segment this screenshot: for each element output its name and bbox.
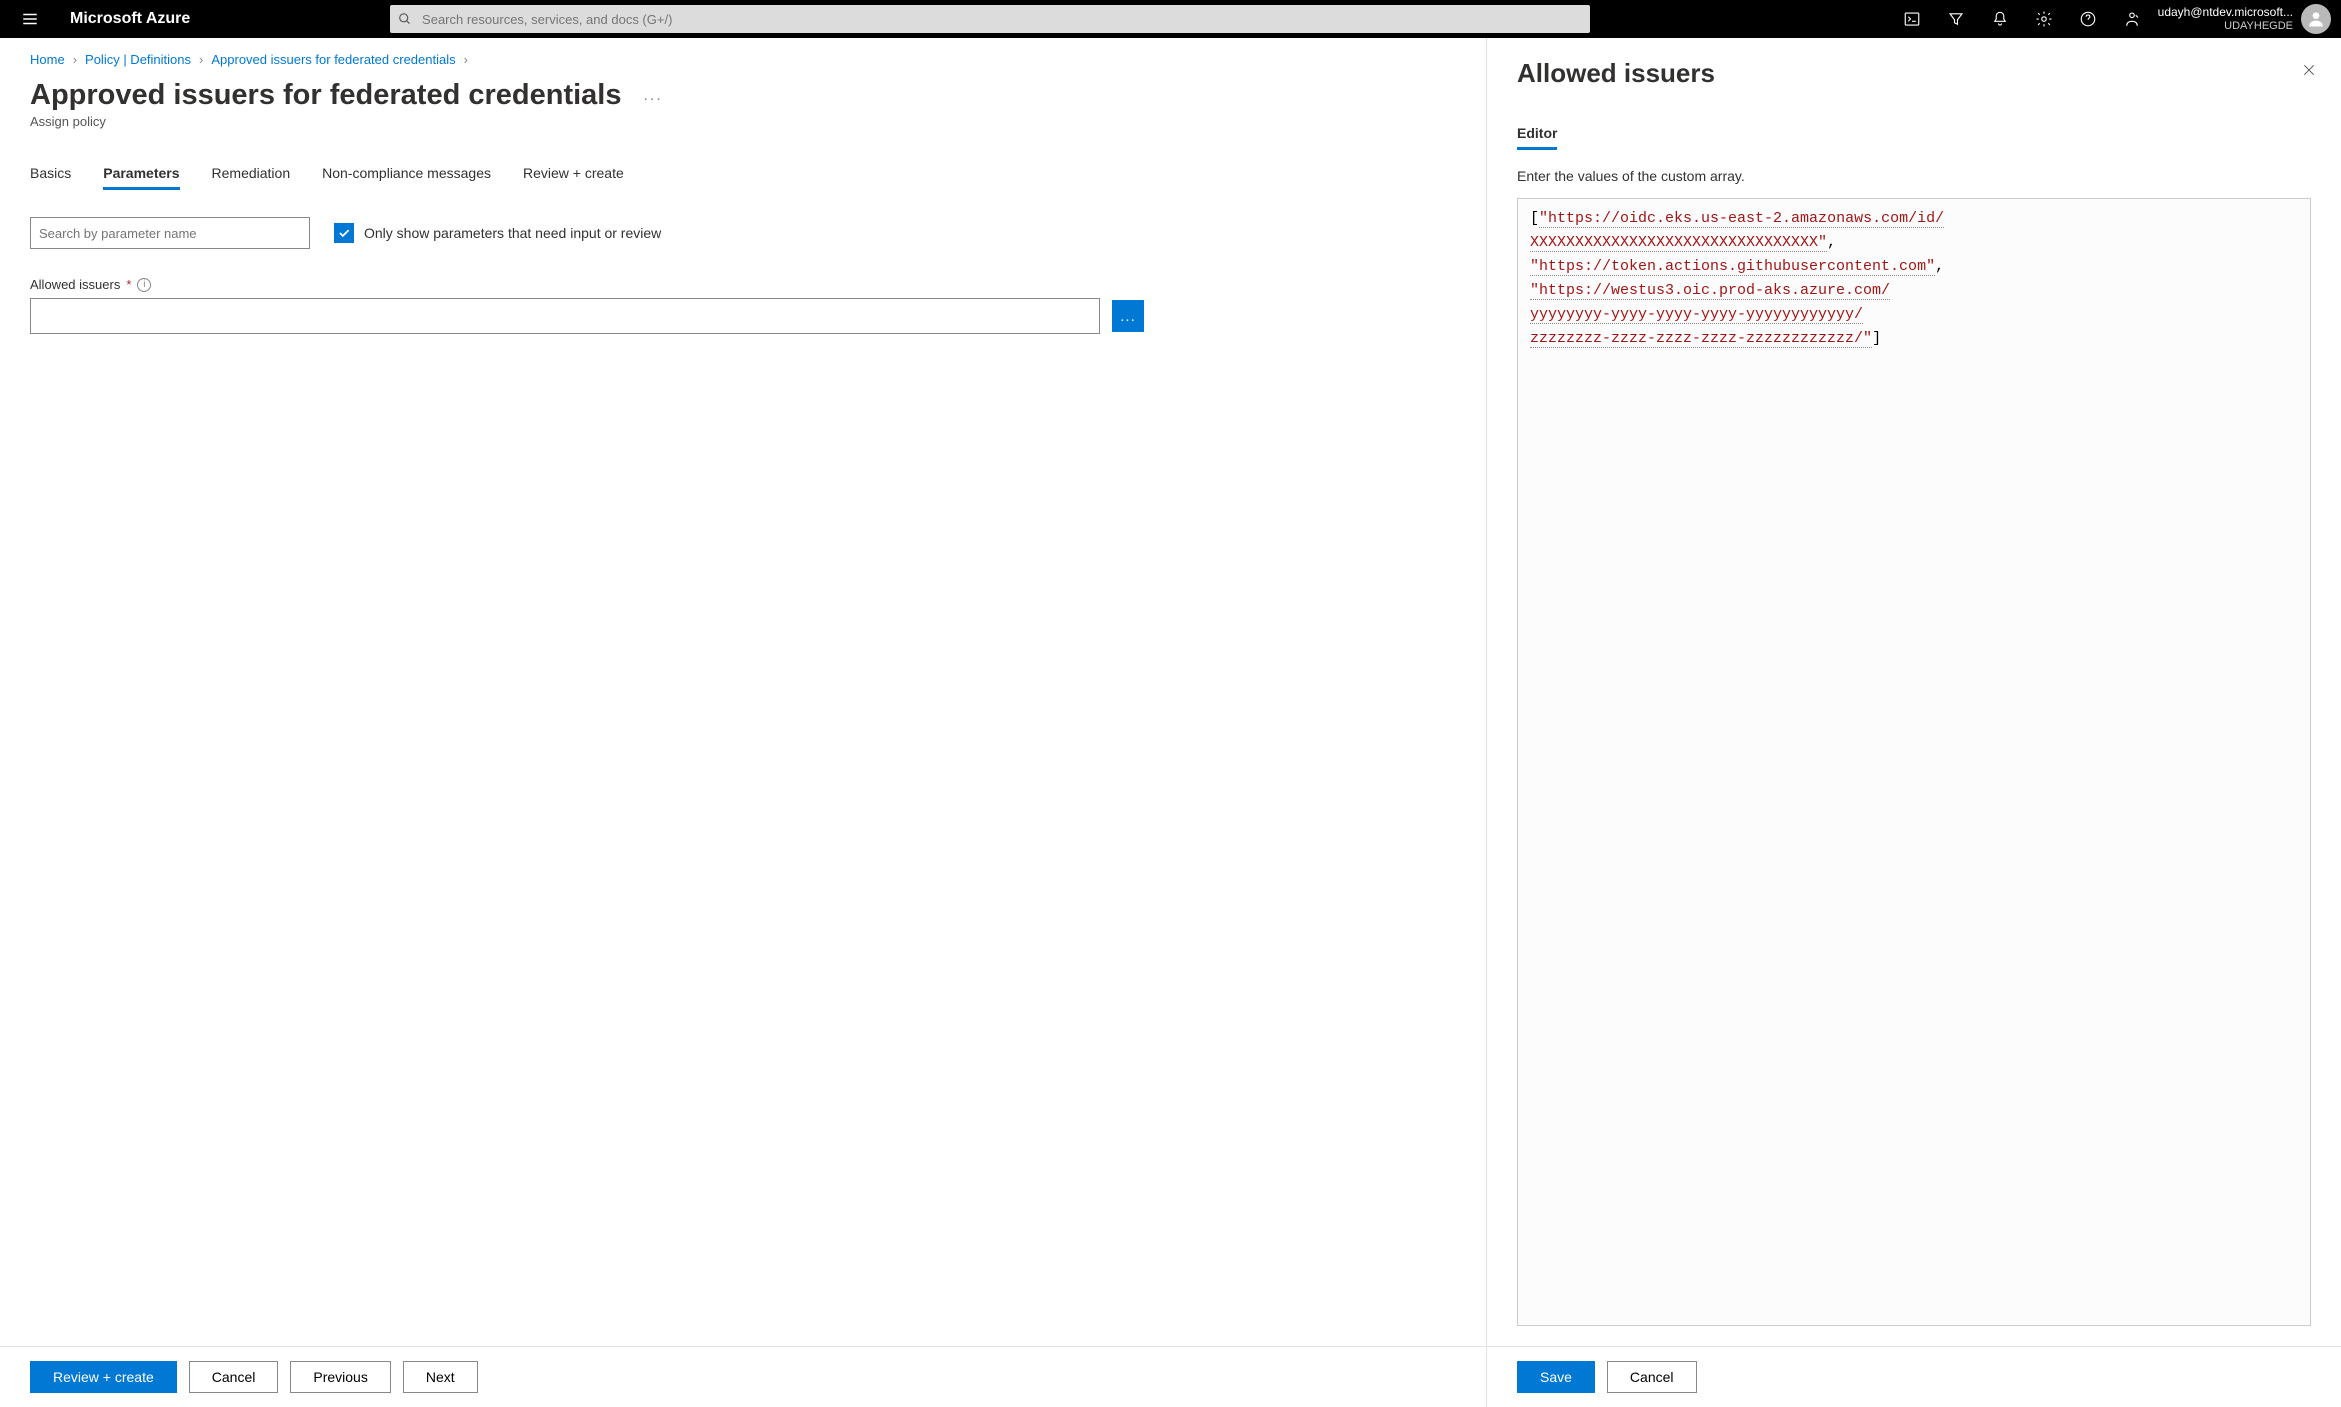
allowed-issuers-label: Allowed issuers xyxy=(30,277,120,292)
feedback-icon[interactable] xyxy=(2122,9,2142,29)
menu-toggle[interactable] xyxy=(10,0,50,38)
account-tenant: UDAYHEGDE xyxy=(2224,20,2293,32)
check-icon xyxy=(337,226,351,240)
breadcrumb-approved-issuers[interactable]: Approved issuers for federated credentia… xyxy=(211,52,455,67)
panel-footer: Save Cancel xyxy=(1487,1346,2341,1407)
settings-icon[interactable] xyxy=(2034,9,2054,29)
editor-string-1a: "https://oidc.eks.us-east-2.amazonaws.co… xyxy=(1539,210,1944,228)
panel-cancel-button[interactable]: Cancel xyxy=(1607,1361,1697,1393)
required-asterisk: * xyxy=(126,277,131,292)
save-button[interactable]: Save xyxy=(1517,1361,1595,1393)
filter-checkbox[interactable] xyxy=(334,223,354,243)
allowed-issuers-field-row: ... xyxy=(30,298,1456,334)
wizard-tabs: Basics Parameters Remediation Non-compli… xyxy=(30,159,1456,191)
info-icon[interactable]: i xyxy=(137,278,151,292)
brand-label: Microsoft Azure xyxy=(70,10,190,28)
editor-string-1b: XXXXXXXXXXXXXXXXXXXXXXXXXXXXXXXX" xyxy=(1530,234,1827,252)
filter-icon[interactable] xyxy=(1946,9,1966,29)
editor-open-bracket: [ xyxy=(1530,210,1539,227)
chevron-right-icon: › xyxy=(464,52,468,67)
avatar[interactable] xyxy=(2301,4,2331,34)
breadcrumb-home[interactable]: Home xyxy=(30,52,65,67)
parameter-search-input[interactable] xyxy=(30,217,310,249)
cancel-button[interactable]: Cancel xyxy=(189,1361,279,1393)
main-pane: Home › Policy | Definitions › Approved i… xyxy=(0,38,1486,1407)
account-block[interactable]: udayh@ntdev.microsoft... UDAYHEGDE xyxy=(2158,6,2293,31)
page-title: Approved issuers for federated credentia… xyxy=(30,79,621,112)
account-email: udayh@ntdev.microsoft... xyxy=(2158,6,2293,19)
next-button[interactable]: Next xyxy=(403,1361,478,1393)
previous-button[interactable]: Previous xyxy=(290,1361,390,1393)
page-title-row: Approved issuers for federated credentia… xyxy=(30,79,1456,112)
json-editor[interactable]: ["https://oidc.eks.us-east-2.amazonaws.c… xyxy=(1517,198,2311,1326)
topbar-utility-icons xyxy=(1902,9,2142,29)
review-create-button[interactable]: Review + create xyxy=(30,1361,177,1393)
editor-string-3b: yyyyyyyy-yyyy-yyyy-yyyy-yyyyyyyyyyyy/ xyxy=(1530,306,1863,324)
help-icon[interactable] xyxy=(2078,9,2098,29)
tab-basics[interactable]: Basics xyxy=(30,159,71,190)
chevron-right-icon: › xyxy=(199,52,203,67)
editor-sep-2: , xyxy=(1935,258,1944,275)
tab-remediation[interactable]: Remediation xyxy=(212,159,291,190)
breadcrumb-policy[interactable]: Policy | Definitions xyxy=(85,52,191,67)
panel-hint: Enter the values of the custom array. xyxy=(1517,168,2311,184)
editor-sep-1: , xyxy=(1827,234,1836,251)
editor-string-2: "https://token.actions.githubusercontent… xyxy=(1530,258,1935,276)
page-more-actions[interactable]: ... xyxy=(637,87,668,105)
close-icon xyxy=(2301,62,2317,78)
notifications-icon[interactable] xyxy=(1990,9,2010,29)
close-panel-button[interactable] xyxy=(2297,58,2321,82)
tab-parameters[interactable]: Parameters xyxy=(103,159,179,190)
open-editor-button[interactable]: ... xyxy=(1112,300,1144,332)
search-icon xyxy=(398,12,412,26)
global-search-input[interactable] xyxy=(420,11,1582,28)
page-subtitle: Assign policy xyxy=(30,114,1456,129)
cloud-shell-icon[interactable] xyxy=(1902,9,1922,29)
panel-tabs: Editor xyxy=(1517,119,2311,150)
top-nav-bar: Microsoft Azure udayh@ntdev.microsoft...… xyxy=(0,0,2341,38)
chevron-right-icon: › xyxy=(73,52,77,67)
tab-noncompliance[interactable]: Non-compliance messages xyxy=(322,159,491,190)
allowed-issuers-panel: Allowed issuers Editor Enter the values … xyxy=(1486,38,2341,1407)
editor-string-3c: zzzzzzzz-zzzz-zzzz-zzzz-zzzzzzzzzzzz/" xyxy=(1530,330,1872,348)
breadcrumb: Home › Policy | Definitions › Approved i… xyxy=(30,52,1456,67)
panel-title: Allowed issuers xyxy=(1517,58,2311,89)
filter-row: Only show parameters that need input or … xyxy=(30,217,1456,249)
editor-string-3a: "https://westus3.oic.prod-aks.azure.com/ xyxy=(1530,282,1890,300)
global-search[interactable] xyxy=(390,5,1590,33)
tab-review-create[interactable]: Review + create xyxy=(523,159,624,190)
allowed-issuers-input[interactable] xyxy=(30,298,1100,334)
filter-checkbox-label: Only show parameters that need input or … xyxy=(364,225,661,241)
main-footer: Review + create Cancel Previous Next xyxy=(0,1346,1486,1407)
filter-checkbox-wrap[interactable]: Only show parameters that need input or … xyxy=(334,223,661,243)
allowed-issuers-label-row: Allowed issuers * i xyxy=(30,277,1456,292)
editor-close-bracket: ] xyxy=(1872,330,1881,347)
panel-tab-editor[interactable]: Editor xyxy=(1517,119,1557,150)
